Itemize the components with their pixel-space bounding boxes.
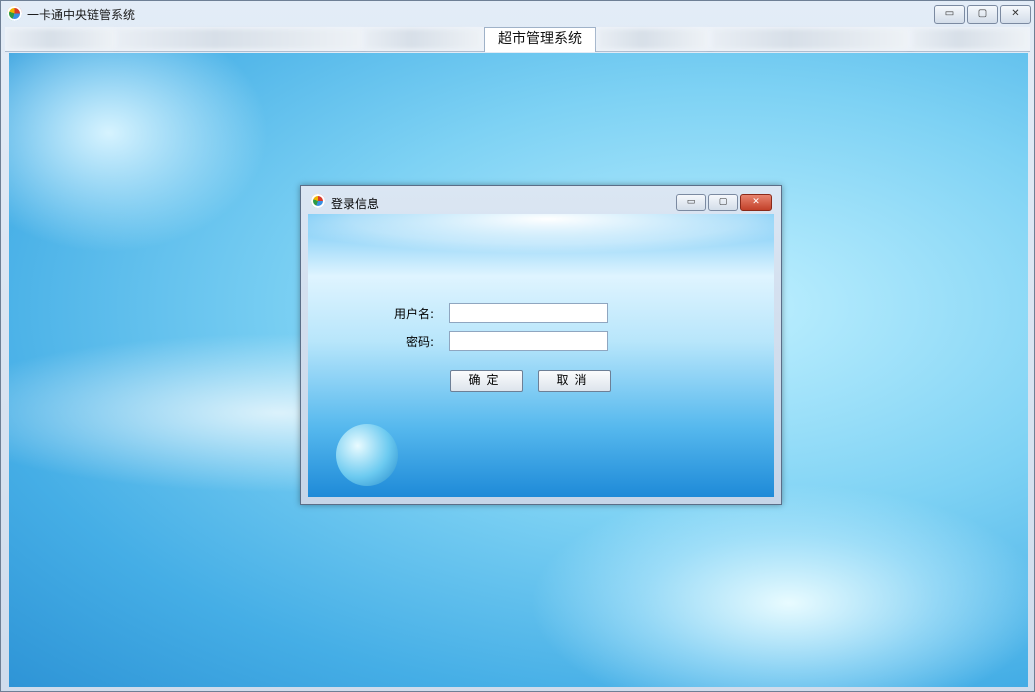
dialog-minimize-button[interactable]: ▭ [676, 194, 706, 211]
dialog-close-button[interactable]: ✕ [740, 194, 772, 211]
login-dialog: 登录信息 ▭ ▢ ✕ 用户名: 密码: 确定 取消 [300, 185, 782, 505]
close-button[interactable]: ✕ [1000, 5, 1031, 24]
minimize-button[interactable]: ▭ [934, 5, 965, 24]
title-bar[interactable]: 一卡通中央链管系统 ▭ ▢ ✕ [1, 1, 1034, 27]
window-title: 一卡通中央链管系统 [27, 8, 136, 22]
app-logo-icon [7, 6, 22, 21]
ok-button[interactable]: 确定 [450, 370, 523, 392]
system-tab-bar: 超市管理系统 [5, 27, 1030, 52]
tab-obscured-3[interactable] [364, 29, 482, 49]
dialog-body: 用户名: 密码: 确定 取消 [308, 214, 774, 497]
tab-supermarket-management[interactable]: 超市管理系统 [484, 27, 596, 52]
dialog-title: 登录信息 [331, 197, 380, 211]
dialog-logo-icon [311, 194, 325, 208]
dialog-maximize-button[interactable]: ▢ [708, 194, 738, 211]
tab-obscured-1[interactable] [7, 29, 115, 49]
tab-obscured-6[interactable] [912, 29, 1028, 49]
maximize-button[interactable]: ▢ [967, 5, 998, 24]
cancel-button[interactable]: 取消 [538, 370, 611, 392]
tab-obscured-5[interactable] [712, 29, 908, 49]
header-swoosh [308, 214, 774, 254]
tab-obscured-2[interactable] [117, 29, 362, 49]
username-input[interactable] [449, 303, 608, 323]
world-map-graphic [529, 483, 1028, 687]
globe-icon [336, 424, 398, 486]
tab-obscured-4[interactable] [598, 29, 708, 49]
username-label: 用户名: [393, 307, 434, 321]
password-input[interactable] [449, 331, 608, 351]
password-label: 密码: [405, 335, 434, 349]
keyboard-hand-graphic [9, 53, 269, 253]
